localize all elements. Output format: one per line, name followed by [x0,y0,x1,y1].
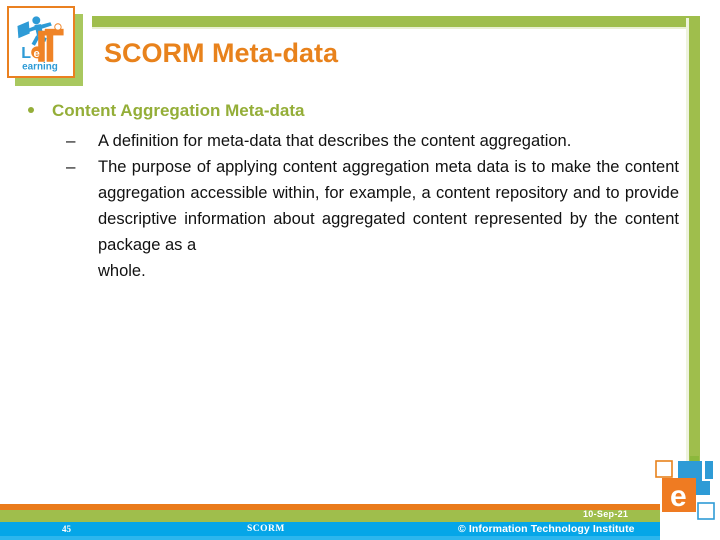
slide-footer: 45 SCORM 10-Sep-21 © Information Technol… [0,504,720,540]
bullet-level2: – The purpose of applying content aggreg… [14,154,679,284]
bullet-level2-text: The purpose of applying content aggregat… [98,158,679,254]
svg-text:L: L [21,45,31,62]
footer-stripe-green [0,510,660,522]
decorative-top-bar [92,16,700,27]
footer-date: 10-Sep-21 [583,509,629,519]
bullet-level2-text: A definition for meta-data that describe… [98,132,572,150]
bullet-dash-icon: – [66,131,76,150]
iti-logo-graphic: e [655,456,715,520]
iti-logo: e [648,456,720,532]
bullet-level1-text: Content Aggregation Meta-data [52,101,305,120]
svg-text:earning: earning [22,61,58,72]
footer-copyright: © Information Technology Institute [458,523,635,535]
bullet-dot-icon [28,107,34,113]
page-number: 45 [62,524,71,534]
elearning-logo: L e earning [7,6,83,86]
iti-logo-letter: e [670,480,687,513]
presentation-slide: L e earning SCORM Meta-data Content Aggr… [0,0,720,540]
bullet-level2-text-lastline: whole. [98,262,146,280]
decorative-right-bar [689,16,700,473]
bullet-level2: – A definition for meta-data that descri… [14,128,679,154]
slide-body: Content Aggregation Meta-data – A defini… [14,100,679,284]
page-title: SCORM Meta-data [104,38,339,68]
bullet-level1: Content Aggregation Meta-data [14,100,679,122]
footer-section-label: SCORM [247,524,285,534]
elearning-logo-graphic: L e earning [17,16,64,72]
footer-stripe-blue-light [0,536,660,540]
bullet-dash-icon: – [66,157,76,176]
bullet-level2-text-block: The purpose of applying content aggregat… [98,154,679,284]
decorative-right-bar-highlight [686,18,689,473]
elearning-logo-card: L e earning [7,6,75,78]
decorative-top-bar-highlight [92,27,700,29]
svg-text:e: e [33,48,39,60]
